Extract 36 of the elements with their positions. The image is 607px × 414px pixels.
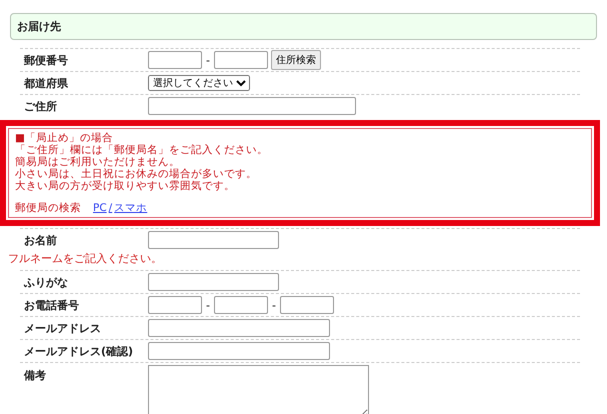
- field-label: ふりがな: [22, 274, 69, 290]
- field-label: お名前: [23, 232, 58, 248]
- notice-text: 小さい局は、土日祝にお休みの場合が多いです。: [15, 168, 258, 180]
- hint-text: フルネームをご記入ください。: [8, 251, 163, 267]
- prefecture-select[interactable]: 選択してください: [148, 75, 250, 91]
- field-label: 備考: [22, 368, 47, 383]
- address-field[interactable]: [148, 97, 356, 115]
- section-title: お届け先: [17, 20, 61, 33]
- search-link[interactable]: PC: [93, 202, 107, 214]
- name-field[interactable]: [148, 273, 279, 291]
- separator: -: [206, 298, 210, 312]
- field-label: メールアドレス: [23, 320, 102, 336]
- search-label: 郵便局の検索: [15, 202, 81, 214]
- field-label: ご住所: [23, 98, 58, 114]
- notice-text: ■「局止め」の場合: [15, 132, 114, 144]
- email-field[interactable]: [148, 319, 330, 337]
- separator: -: [272, 298, 276, 312]
- notice-text: 「ご住所」欄には「郵便局名」をご記入ください。: [15, 144, 269, 156]
- memo-field[interactable]: [148, 365, 369, 414]
- separator: -: [206, 54, 210, 66]
- field-label: 都道府県: [22, 76, 69, 90]
- field-label: お電話番号: [23, 298, 80, 312]
- search-link[interactable]: スマホ: [114, 202, 148, 214]
- name-field[interactable]: [148, 231, 279, 249]
- link-separator: /: [108, 202, 112, 214]
- field-label: 郵便番号: [22, 52, 69, 68]
- notice-text: 簡易局はご利用いただけません。: [15, 156, 181, 168]
- phone-field[interactable]: [214, 296, 268, 314]
- address-search-button[interactable]: 住所検索: [270, 50, 321, 70]
- zip-field[interactable]: [148, 51, 202, 69]
- phone-field[interactable]: [148, 296, 202, 314]
- field-label: メールアドレス(確認): [23, 344, 134, 358]
- phone-field[interactable]: [280, 296, 334, 314]
- notice-text: 大きい局の方が受け取りやすい雰囲気です。: [15, 180, 236, 192]
- zip-field[interactable]: [214, 51, 268, 69]
- email-field[interactable]: [148, 342, 330, 360]
